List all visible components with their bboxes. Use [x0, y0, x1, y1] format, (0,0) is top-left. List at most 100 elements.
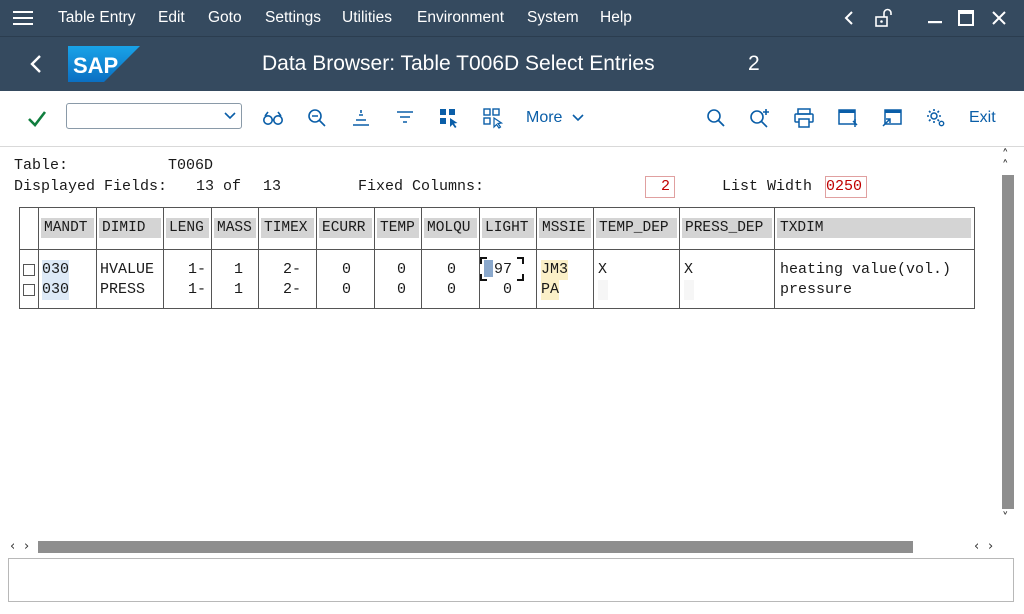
glasses-icon[interactable]: [258, 103, 288, 133]
row-select-checkbox[interactable]: [23, 284, 35, 296]
export-window-icon[interactable]: [877, 103, 907, 133]
settings-gear-icon[interactable]: [921, 103, 951, 133]
table-cell[interactable]: 0: [484, 280, 512, 300]
scroll-left-icon[interactable]: ‹: [10, 540, 15, 554]
list-width-field[interactable]: 0250: [825, 176, 867, 198]
vertical-scroll-thumb[interactable]: [1002, 175, 1014, 509]
table-cell[interactable]: JM3: [541, 260, 569, 280]
scroll-down-icon[interactable]: ˅: [1002, 512, 1009, 526]
menu-utilities[interactable]: Utilities: [342, 0, 392, 36]
of-label: of: [223, 178, 242, 195]
fixed-columns-label: Fixed Columns:: [358, 178, 485, 195]
title-bar: SAP Data Browser: Table T006D Select Ent…: [0, 36, 1024, 91]
exit-button[interactable]: Exit: [969, 103, 996, 133]
table-cell[interactable]: 1-: [168, 280, 206, 300]
table-cell[interactable]: 1: [216, 280, 243, 300]
unlock-icon[interactable]: [868, 0, 898, 36]
print-icon[interactable]: [789, 103, 819, 133]
table-cell[interactable]: HVALUE: [100, 260, 154, 280]
align-center-icon[interactable]: [346, 103, 376, 133]
scroll-left-icon[interactable]: ‹: [974, 540, 979, 554]
table-cell[interactable]: PRESS: [100, 280, 145, 300]
column-header[interactable]: DIMID: [99, 218, 161, 238]
column-header[interactable]: LENG: [166, 218, 209, 238]
hamburger-menu-icon[interactable]: [12, 8, 34, 28]
select-all-icon[interactable]: [434, 103, 464, 133]
menu-environment[interactable]: Environment: [417, 0, 504, 36]
table-cell[interactable]: 030: [42, 280, 70, 300]
table-cell[interactable]: 0: [379, 260, 406, 280]
table-cell[interactable]: X: [598, 260, 607, 280]
menu-system[interactable]: System: [527, 0, 579, 36]
column-header[interactable]: MOLQU: [424, 218, 477, 238]
status-bar: [8, 558, 1014, 602]
menu-bar: Table Entry Edit Goto Settings Utilities…: [0, 0, 1024, 36]
vertical-scrollbar[interactable]: ˄ ˄ ˅: [1000, 147, 1016, 527]
horizontal-scrollbar[interactable]: ‹ › ‹ ›: [0, 537, 1024, 557]
column-header[interactable]: MANDT: [41, 218, 94, 238]
table-cell[interactable]: heating value(vol.): [780, 260, 951, 280]
menu-goto[interactable]: Goto: [208, 0, 242, 36]
table-cell[interactable]: 0: [379, 280, 406, 300]
column-header[interactable]: MSSIE: [539, 218, 591, 238]
back-arrow-icon[interactable]: [24, 49, 50, 79]
table-cell[interactable]: X: [684, 260, 693, 280]
list-width-label: List Width: [722, 178, 813, 195]
maximize-icon[interactable]: [951, 0, 981, 36]
row-select-checkbox[interactable]: [23, 264, 35, 276]
table-cell[interactable]: 2-: [263, 260, 301, 280]
table-cell[interactable]: 1: [216, 260, 243, 280]
column-header[interactable]: TXDIM: [777, 218, 971, 238]
table-cell[interactable]: 1-: [168, 260, 206, 280]
column-header[interactable]: TEMP: [377, 218, 419, 238]
column-header[interactable]: ECURR: [319, 218, 372, 238]
column-header[interactable]: TEMP_DEP: [596, 218, 677, 238]
column-header[interactable]: MASS: [214, 218, 256, 238]
command-field[interactable]: [66, 103, 242, 129]
minimize-icon[interactable]: [920, 0, 950, 36]
search-icon[interactable]: [701, 103, 731, 133]
chevron-down-icon[interactable]: [223, 108, 237, 127]
column-header[interactable]: LIGHT: [482, 218, 534, 238]
table-cell[interactable]: 0: [426, 280, 456, 300]
zoom-detail-icon[interactable]: [302, 103, 332, 133]
table-label: Table:: [14, 157, 69, 174]
enter-check-icon[interactable]: [22, 103, 52, 133]
menu-help[interactable]: Help: [600, 0, 632, 36]
table-cell[interactable]: 0: [321, 280, 351, 300]
table-cell[interactable]: PA: [541, 280, 560, 300]
page-title: Data Browser: Table T006D Select Entries: [262, 52, 655, 75]
table-cell[interactable]: 030: [42, 260, 70, 280]
table-cell[interactable]: 2-: [263, 280, 301, 300]
scroll-right-icon[interactable]: ›: [24, 540, 29, 554]
menu-settings[interactable]: Settings: [265, 0, 321, 36]
more-menu-button[interactable]: More: [526, 103, 585, 133]
displayed-fields-label: Displayed Fields:: [14, 178, 168, 195]
entry-count: 2: [748, 52, 760, 75]
column-header[interactable]: PRESS_DEP: [682, 218, 772, 238]
table-cell[interactable]: 0: [426, 260, 456, 280]
scroll-up-icon[interactable]: ˄: [1002, 160, 1009, 174]
search-next-icon[interactable]: [745, 103, 775, 133]
table-cell[interactable]: 0: [321, 260, 351, 280]
data-table: MANDT DIMID LENG MASS TIMEX ECURR TEMP M…: [19, 207, 975, 309]
new-window-icon[interactable]: [833, 103, 863, 133]
horizontal-scroll-thumb[interactable]: [38, 541, 913, 553]
table-cell[interactable]: pressure: [780, 280, 852, 300]
table-cell[interactable]: [598, 280, 608, 300]
displayed-fields-count: 13: [196, 178, 215, 195]
deselect-all-icon[interactable]: [478, 103, 508, 133]
scroll-right-icon[interactable]: ›: [988, 540, 993, 554]
menu-edit[interactable]: Edit: [158, 0, 185, 36]
menu-table-entry[interactable]: Table Entry: [58, 0, 136, 36]
application-toolbar: More Exit: [0, 91, 1024, 147]
table-cell[interactable]: [684, 280, 694, 300]
fixed-columns-field[interactable]: 2: [645, 176, 675, 198]
filter-icon[interactable]: [390, 103, 420, 133]
cell-cursor-frame: [480, 257, 524, 281]
chevron-left-icon[interactable]: [834, 0, 864, 36]
sap-logo: SAP: [68, 46, 140, 87]
close-icon[interactable]: [984, 0, 1014, 36]
column-header[interactable]: TIMEX: [261, 218, 314, 238]
list-content: Table: T006D Displayed Fields: 13 of 13 …: [0, 147, 1024, 614]
